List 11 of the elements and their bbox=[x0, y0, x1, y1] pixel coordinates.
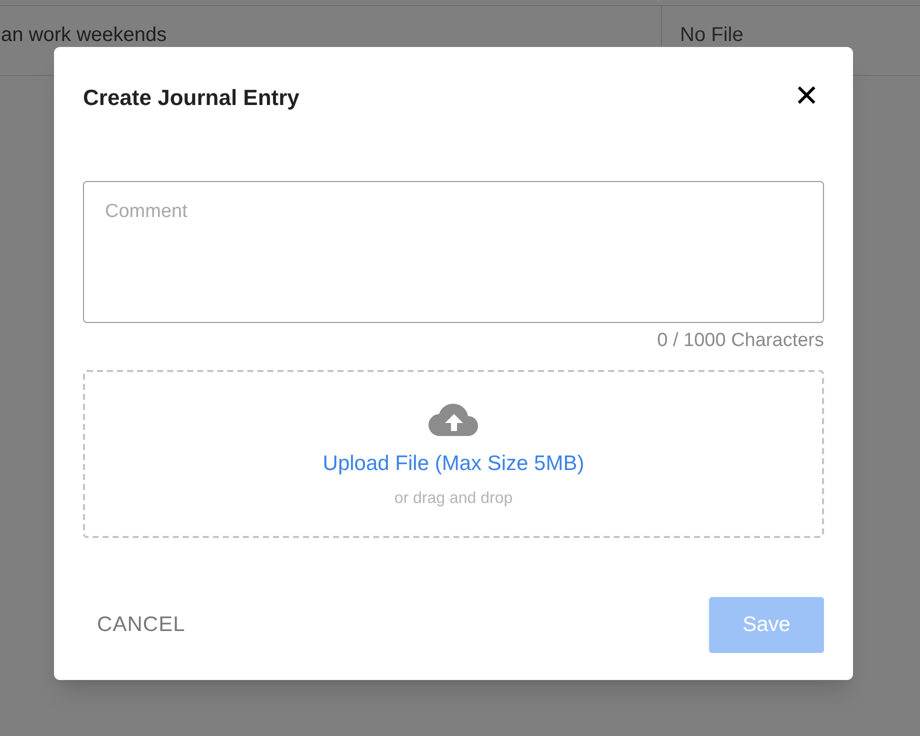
table-cell-text: No File bbox=[680, 22, 744, 48]
cloud-upload-icon bbox=[428, 402, 480, 438]
dialog-title: Create Journal Entry bbox=[83, 84, 300, 112]
drag-drop-hint: or drag and drop bbox=[394, 489, 513, 509]
cancel-button[interactable]: CANCEL bbox=[83, 596, 200, 652]
character-counter: 0 / 1000 Characters bbox=[657, 329, 824, 353]
close-button[interactable]: ✕ bbox=[794, 82, 819, 112]
file-drop-zone[interactable]: Upload File (Max Size 5MB) or drag and drop bbox=[83, 370, 824, 538]
upload-file-link[interactable]: Upload File (Max Size 5MB) bbox=[322, 448, 584, 479]
table-cell-text: an work weekends bbox=[1, 22, 167, 48]
comment-field[interactable]: Comment bbox=[83, 181, 824, 323]
